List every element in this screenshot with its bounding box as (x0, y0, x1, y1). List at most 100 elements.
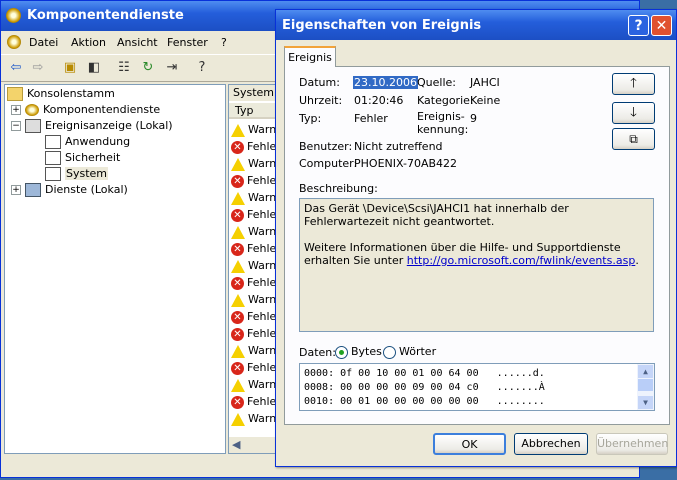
tree-item-anwendung[interactable]: Anwendung (45, 134, 130, 150)
warning-icon (231, 412, 245, 426)
warning-icon (231, 191, 245, 205)
previous-event-button[interactable]: 🡑 (612, 73, 655, 95)
kategorie-label: Kategorie: (417, 94, 474, 107)
event-row[interactable]: ✕ Fehle (231, 275, 276, 291)
event-row[interactable]: Warn (231, 343, 276, 359)
computer-label: Computer: (299, 157, 358, 170)
component-services-icon (6, 8, 21, 23)
event-row[interactable]: Warn (231, 292, 276, 308)
scroll-down-icon[interactable]: ▼ (638, 396, 653, 409)
vertical-scrollbar[interactable]: ▲ ▼ (637, 364, 654, 410)
beschreibung-text-2: Weitere Informationen über die Hilfe- un… (304, 241, 639, 267)
event-row[interactable]: Warn (231, 224, 276, 240)
scroll-left-icon[interactable]: ◀ (232, 438, 240, 451)
menu-datei[interactable]: Datei (29, 36, 58, 49)
menu-fenster[interactable]: Fenster (167, 36, 208, 49)
expand-icon[interactable]: + (11, 105, 21, 115)
menu-ansicht[interactable]: Ansicht (117, 36, 158, 49)
refresh-icon[interactable]: ↻ (139, 59, 157, 77)
event-row[interactable]: ✕ Fehle (231, 173, 276, 189)
event-type-text: Warn (248, 225, 277, 238)
event-row[interactable]: ✕ Fehle (231, 139, 276, 155)
datum-value[interactable]: 23.10.2006 (353, 76, 418, 89)
event-viewer-icon (25, 119, 41, 133)
column-header-typ[interactable]: Typ (229, 103, 279, 119)
horizontal-scrollbar[interactable]: ◀ (229, 437, 279, 453)
close-icon[interactable]: ✕ (651, 15, 672, 36)
collapse-icon[interactable]: − (11, 121, 21, 131)
event-row[interactable]: Warn (231, 258, 276, 274)
beschreibung-textbox[interactable]: Das Gerät \Device\Scsi\JAHCI1 hat innerh… (299, 198, 654, 332)
quelle-value[interactable]: JAHCI (470, 76, 500, 89)
scroll-thumb[interactable] (638, 379, 653, 391)
scroll-up-icon[interactable]: ▲ (638, 365, 653, 378)
menu-help[interactable]: ? (221, 36, 227, 49)
radio-bytes[interactable]: Bytes (335, 345, 382, 359)
copy-button[interactable]: ⧉ (612, 128, 655, 150)
event-list[interactable]: System Typ Warn ✕ Fehle Warn ✕ Fehle Warn ✕ Fehl… (228, 84, 280, 454)
typ-value[interactable]: Fehler (354, 112, 388, 125)
expand-icon[interactable]: + (11, 185, 21, 195)
error-icon: ✕ (231, 174, 244, 188)
next-event-button[interactable]: 🡓 (612, 102, 655, 124)
computer-value[interactable]: PHOENIX-70AB422 (354, 157, 457, 170)
event-row[interactable]: ✕ Fehle (231, 360, 276, 376)
abbrechen-button[interactable]: Abbrechen (514, 433, 588, 455)
kennung-label-2: kennung: (417, 123, 469, 136)
tree-item-ereignisanzeige[interactable]: Ereignisanzeige (Lokal) (25, 118, 173, 134)
system-menu-icon[interactable] (7, 35, 21, 49)
event-row[interactable]: Warn (231, 190, 276, 206)
tree-item-komponentendienste[interactable]: Komponentendienste (25, 102, 160, 118)
tab-ereignis[interactable]: Ereignis (284, 46, 336, 67)
event-row[interactable]: Warn (231, 122, 276, 138)
event-type-text: Fehle (247, 242, 277, 255)
kategorie-value[interactable]: Keine (470, 94, 500, 107)
error-icon: ✕ (231, 361, 244, 375)
uebernehmen-button[interactable]: Übernehmen (596, 433, 668, 455)
menu-aktion[interactable]: Aktion (71, 36, 106, 49)
warning-icon (231, 344, 245, 358)
radio-woerter[interactable]: Wörter (383, 345, 436, 359)
tree-item-dienste[interactable]: Dienste (Lokal) (25, 182, 128, 198)
hex-data-box[interactable]: 0000: 0f 00 10 00 01 00 64 00 ......d. 0… (299, 363, 655, 411)
help-icon[interactable]: ? (628, 15, 649, 36)
dialog-title-bar[interactable]: Eigenschaften von Ereignis ? ✕ (276, 10, 676, 40)
error-icon: ✕ (231, 395, 244, 409)
event-row[interactable]: Warn (231, 377, 276, 393)
warning-icon (231, 293, 245, 307)
console-tree[interactable]: Konsolenstamm + Komponentendienste − Ere… (4, 84, 226, 454)
help-icon[interactable]: ? (193, 59, 211, 77)
ok-button[interactable]: OK (433, 433, 506, 455)
hex-row: 0000: 0f 00 10 00 01 00 64 00 ......d. (304, 368, 545, 379)
event-row[interactable]: ✕ Fehle (231, 326, 276, 342)
event-type-text: Fehle (247, 276, 277, 289)
back-icon[interactable]: ⇦ (7, 59, 25, 77)
kennung-value[interactable]: 9 (470, 112, 477, 125)
error-icon: ✕ (231, 140, 244, 154)
error-icon: ✕ (231, 327, 244, 341)
event-row[interactable]: ✕ Fehle (231, 207, 276, 223)
component-services-icon (25, 104, 39, 116)
event-row[interactable]: Warn (231, 156, 276, 172)
forward-icon[interactable]: ⇨ (29, 59, 47, 77)
event-type-text: Fehle (247, 395, 277, 408)
properties-icon[interactable]: ☷ (115, 59, 133, 77)
arrow-down-icon: 🡓 (630, 105, 637, 120)
beschreibung-link[interactable]: http://go.microsoft.com/fwlink/events.as… (407, 254, 636, 267)
tree-item-system[interactable]: System (45, 166, 109, 182)
tree-item-konsolenstamm[interactable]: Konsolenstamm (7, 86, 115, 102)
up-folder-icon[interactable]: ▣ (61, 59, 79, 77)
event-type-text: Fehle (247, 174, 277, 187)
tree-item-sicherheit[interactable]: Sicherheit (45, 150, 120, 166)
event-row[interactable]: ✕ Fehle (231, 309, 276, 325)
benutzer-value[interactable]: Nicht zutreffend (354, 140, 443, 153)
event-row[interactable]: ✕ Fehle (231, 394, 276, 410)
event-row[interactable]: Warn (231, 411, 276, 427)
export-list-icon[interactable]: ⇥ (163, 59, 181, 77)
uhrzeit-value[interactable]: 01:20:46 (354, 94, 403, 107)
event-row[interactable]: ✕ Fehle (231, 241, 276, 257)
arrow-up-icon: 🡑 (630, 76, 637, 91)
show-hide-tree-icon[interactable]: ◧ (85, 59, 103, 77)
event-type-text: Warn (248, 259, 277, 272)
list-title: System (229, 85, 279, 101)
